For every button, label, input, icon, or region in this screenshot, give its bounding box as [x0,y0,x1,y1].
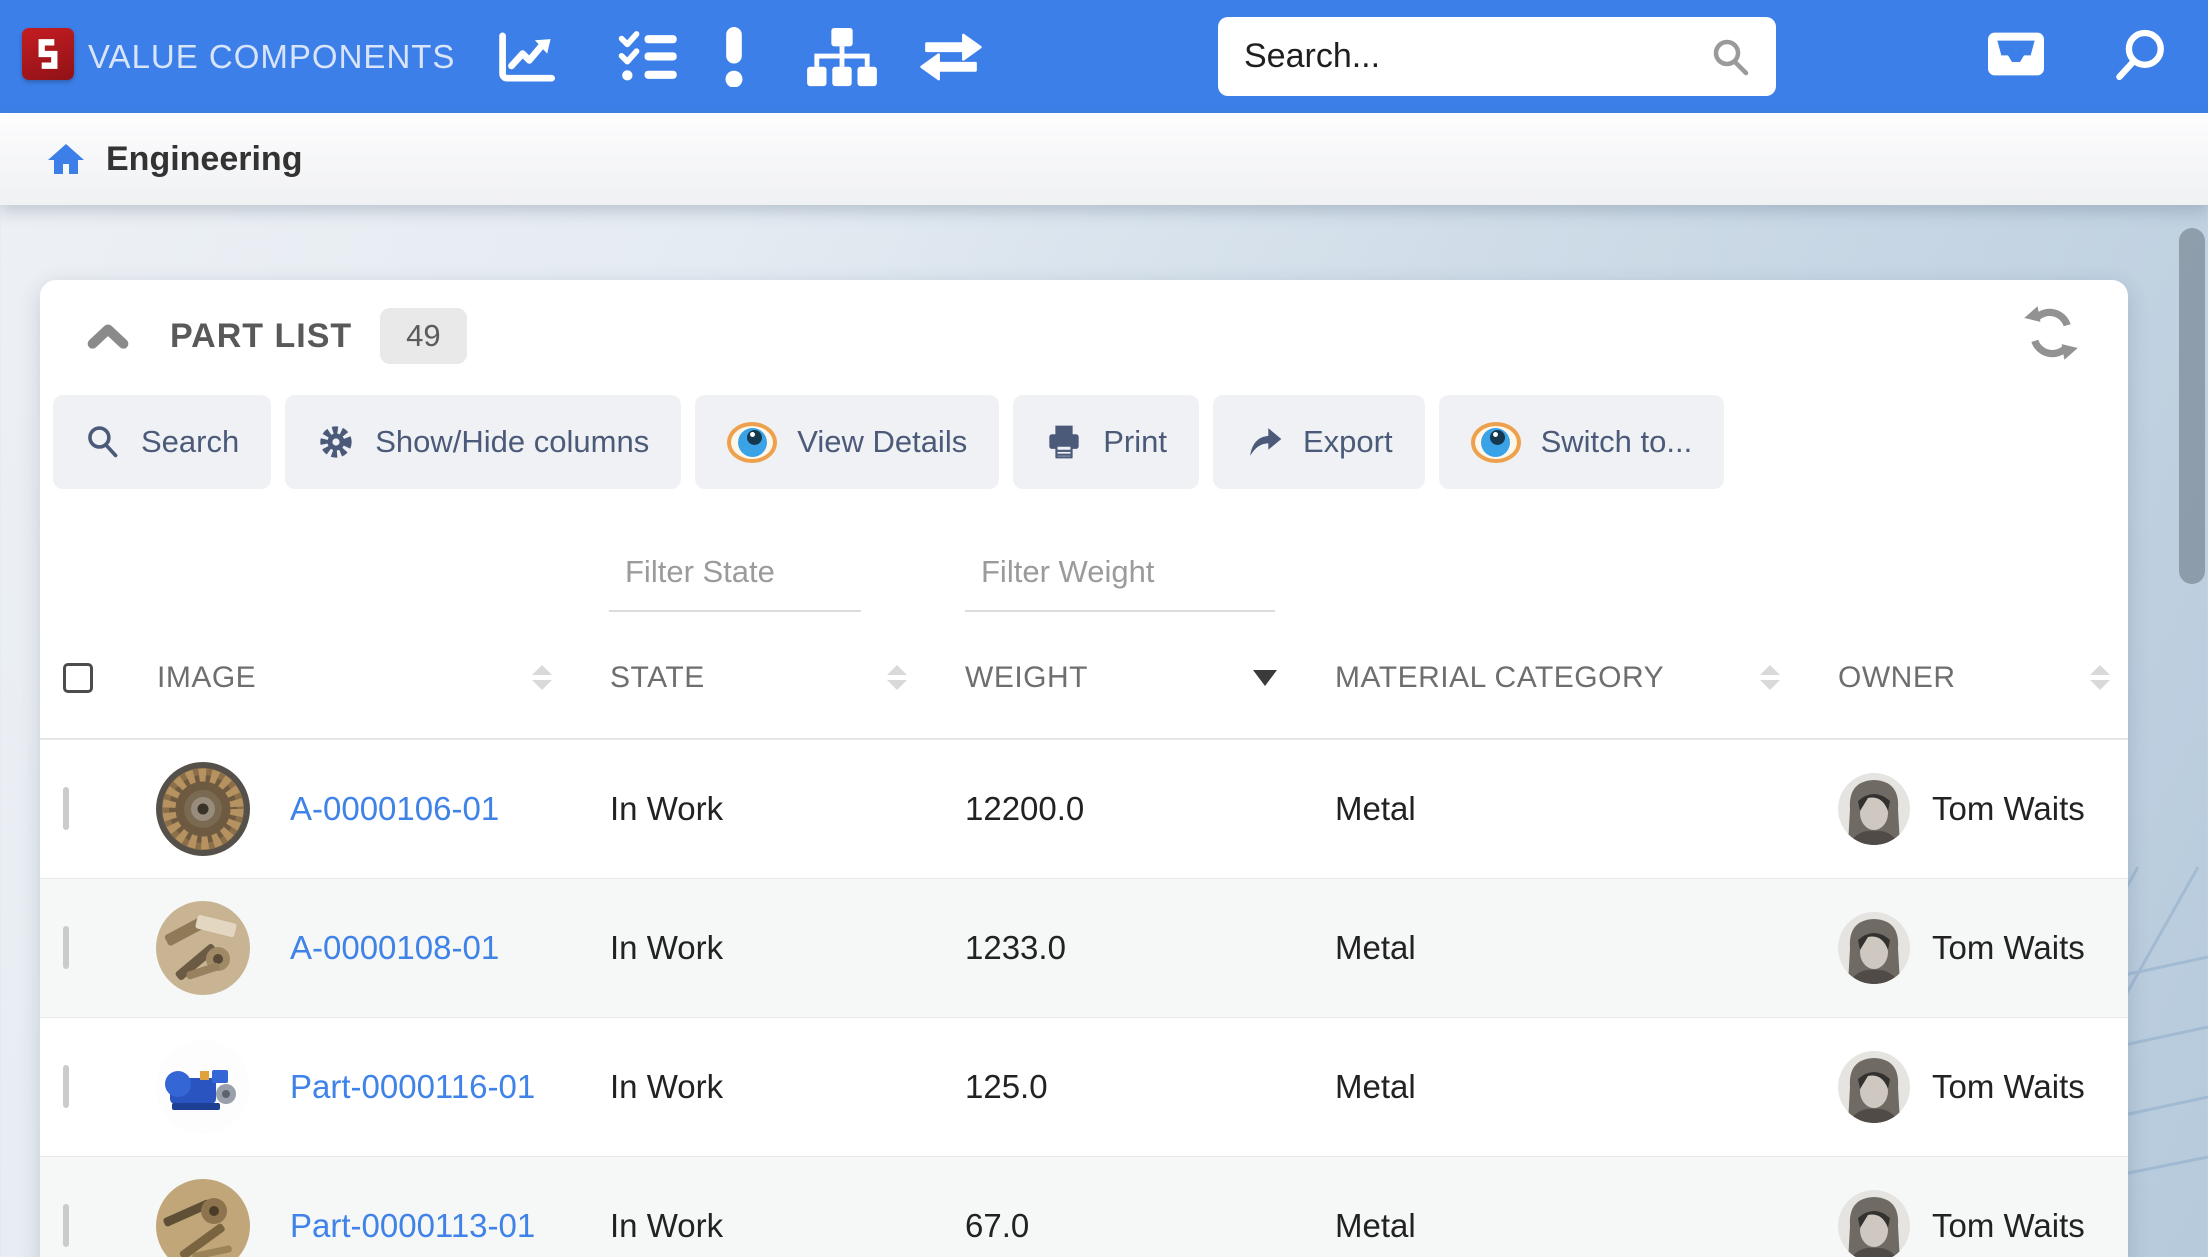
table-row: Part-0000113-01 In Work 67.0 Metal Tom W… [40,1156,2128,1257]
top-navigation [497,0,983,113]
select-all-checkbox[interactable] [63,663,93,693]
owner-avatar [1838,1051,1910,1123]
table-row: Part-0000116-01 In Work 125.0 Metal Tom … [40,1017,2128,1156]
print-button[interactable]: Print [1013,395,1199,489]
part-thumbnail[interactable] [156,762,250,856]
part-link[interactable]: A-0000106-01 [290,790,499,828]
brand-name: VALUE COMPONENTS [88,0,455,113]
state-cell: In Work [610,790,965,828]
sort-icon[interactable] [887,665,907,690]
home-icon[interactable] [46,141,86,177]
global-search-input[interactable] [1244,37,1710,76]
sort-icon[interactable] [1760,665,1780,690]
view-details-button[interactable]: View Details [695,395,999,489]
table-toolbar: Search Show/Hide columns View Details [40,392,2128,492]
eye-icon [727,422,777,463]
switch-to-button[interactable]: Switch to... [1439,395,1725,489]
owner-name: Tom Waits [1932,1068,2085,1106]
topbar-right-actions [1985,0,2169,113]
material-cell: Metal [1335,790,1838,828]
printer-icon [1045,422,1083,462]
row-checkbox[interactable] [63,1204,69,1247]
sitemap-icon[interactable] [805,26,879,88]
part-list-panel: PART LIST 49 Search [40,280,2128,1257]
column-header-material-category[interactable]: MATERIAL CATEGORY [1335,661,1838,695]
logo-glyph-icon [30,36,66,72]
table-row: A-0000106-01 In Work 12200.0 Metal Tom W… [40,739,2128,878]
show-hide-columns-button[interactable]: Show/Hide columns [285,395,681,489]
column-header-image[interactable]: IMAGE [152,661,610,695]
row-count-badge: 49 [380,308,466,364]
weight-cell: 12200.0 [965,790,1335,828]
owner-name: Tom Waits [1932,790,2085,828]
sort-icon[interactable] [2090,665,2110,690]
export-arrow-icon [1245,423,1283,461]
column-filter-row [40,492,2128,617]
export-button[interactable]: Export [1213,395,1425,489]
weight-cell: 67.0 [965,1207,1335,1245]
weight-cell: 1233.0 [965,929,1335,967]
state-cell: In Work [610,1207,965,1245]
filter-weight-input[interactable] [965,540,1275,612]
part-thumbnail[interactable] [156,1040,250,1134]
row-checkbox[interactable] [63,926,69,969]
app-logo[interactable] [22,28,74,80]
part-thumbnail[interactable] [156,901,250,995]
owner-avatar [1838,912,1910,984]
chart-line-icon[interactable] [497,30,555,84]
row-checkbox[interactable] [63,1065,69,1108]
owner-avatar [1838,1190,1910,1257]
part-thumbnail[interactable] [156,1179,250,1257]
breadcrumb-bar: Engineering [0,113,2208,205]
exclamation-icon[interactable] [723,27,745,87]
weight-cell: 125.0 [965,1068,1335,1106]
material-cell: Metal [1335,1068,1838,1106]
filter-state-input[interactable] [609,540,861,612]
owner-avatar [1838,773,1910,845]
state-cell: In Work [610,929,965,967]
part-link[interactable]: Part-0000113-01 [290,1207,535,1245]
table-row: A-0000108-01 In Work 1233.0 Metal Tom Wa… [40,878,2128,1017]
sort-icon[interactable] [532,665,552,690]
top-app-bar: VALUE COMPONENTS [0,0,2208,113]
part-link[interactable]: A-0000108-01 [290,929,499,967]
search-icon [85,424,121,460]
column-header-owner[interactable]: OWNER [1838,661,2128,695]
eye-icon [1471,422,1521,463]
exchange-arrows-icon[interactable] [919,32,983,82]
owner-name: Tom Waits [1932,1207,2085,1245]
column-header-weight[interactable]: WEIGHT [965,661,1335,695]
panel-title: PART LIST [170,317,352,356]
tasks-checklist-icon[interactable] [617,29,679,85]
vertical-scrollbar-thumb[interactable] [2179,228,2205,584]
gear-icon [317,423,355,461]
inbox-tray-icon[interactable] [1985,26,2047,87]
part-link[interactable]: Part-0000116-01 [290,1068,535,1106]
panel-header: PART LIST 49 [40,280,2128,392]
state-cell: In Work [610,1068,965,1106]
table-header-row: IMAGE STATE WEIGHT MATERIAL CATEGORY OWN… [40,617,2128,739]
sort-desc-icon[interactable] [1253,670,1277,686]
search-icon[interactable] [1710,37,1750,77]
row-checkbox[interactable] [63,787,69,830]
select-all-cell [40,663,152,693]
refresh-icon[interactable] [2022,304,2080,367]
column-header-state[interactable]: STATE [610,661,965,695]
material-cell: Metal [1335,929,1838,967]
collapse-chevron-up-icon[interactable] [86,321,132,351]
owner-name: Tom Waits [1932,929,2085,967]
global-search-box [1218,17,1776,96]
breadcrumb[interactable]: Engineering [46,140,302,179]
breadcrumb-label[interactable]: Engineering [106,140,302,179]
search-button[interactable]: Search [53,395,271,489]
search-icon[interactable] [2113,26,2169,87]
material-cell: Metal [1335,1207,1838,1245]
